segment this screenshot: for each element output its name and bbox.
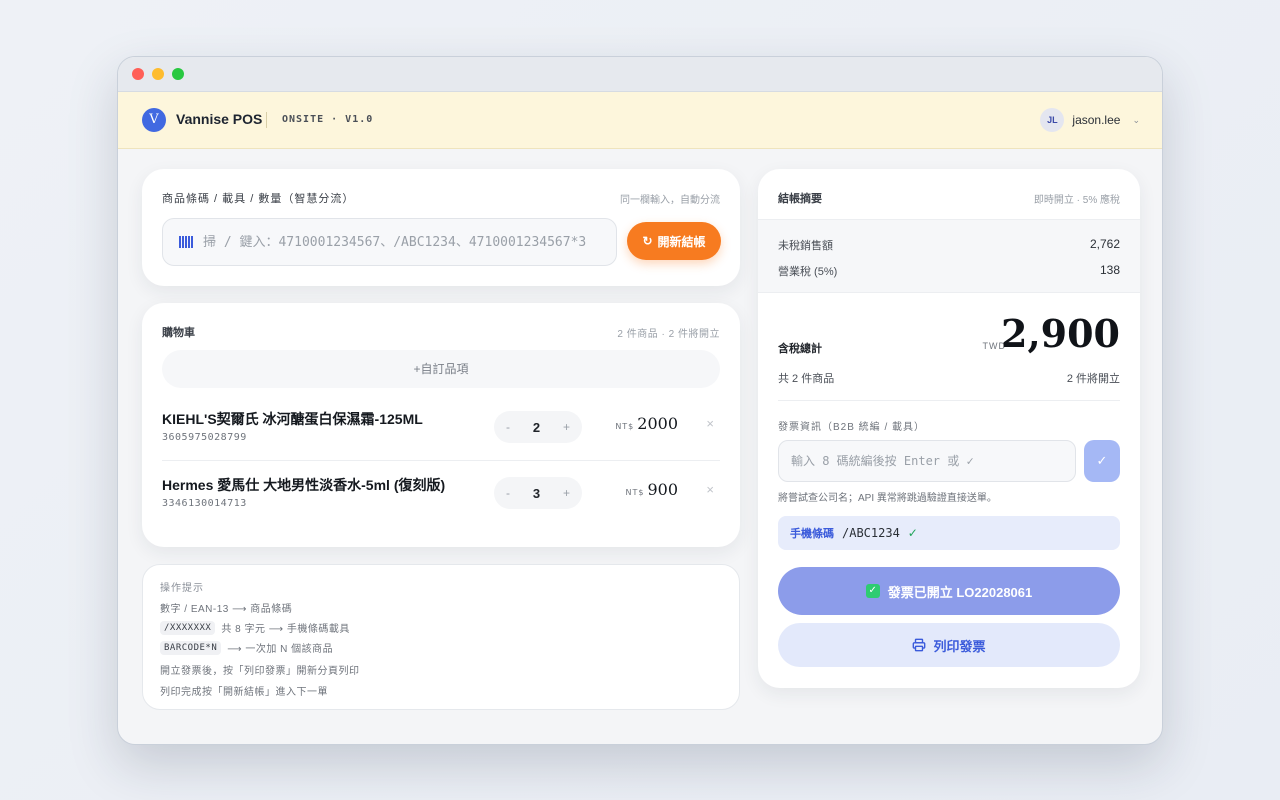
tax-row: 營業稅 (5%) 138	[778, 263, 1120, 279]
check-icon[interactable]: ✓	[1084, 440, 1120, 482]
cart-item: KIEHL'S契爾氏 冰河醣蛋白保濕霜-125ML 3605975028799 …	[162, 399, 720, 461]
app-name: Vannise POS	[176, 111, 263, 127]
item-name: KIEHL'S契爾氏 冰河醣蛋白保濕霜-125ML	[162, 411, 423, 427]
check-icon: ✓	[907, 526, 918, 540]
app-window: V Vannise POS ONSITE · V1.0 JL jason.lee…	[117, 56, 1163, 745]
cart-card: 購物車 2 件商品 · 2 件將開立 +自訂品項 KIEHL'S契爾氏 冰河醣蛋…	[142, 303, 740, 547]
scan-input-box[interactable]	[162, 218, 617, 266]
item-count: 共 2 件商品	[778, 373, 835, 385]
tip-text: ⟶ 一次加 N 個該商品	[227, 644, 334, 655]
tip-line: BARCODE*N ⟶ 一次加 N 個該商品	[160, 640, 333, 655]
cart-meta: 2 件商品 · 2 件將開立	[617, 329, 720, 340]
close-icon[interactable]: ×	[706, 416, 714, 431]
item-name: Hermes 愛馬仕 大地男性淡香水-5ml (復刻版)	[162, 477, 446, 493]
untaxed-label: 未稅銷售額	[778, 240, 833, 252]
app-header: V Vannise POS ONSITE · V1.0 JL jason.lee…	[118, 92, 1162, 149]
subtotal-section: 未稅銷售額 2,762 營業稅 (5%) 138	[758, 219, 1140, 293]
summary-card: 結帳摘要 即時開立 · 5% 應稅 未稅銷售額 2,762 營業稅 (5%) 1…	[758, 169, 1140, 688]
quantity-stepper: - 3 +	[494, 477, 582, 509]
scan-input[interactable]	[203, 234, 616, 250]
increase-button[interactable]: +	[563, 486, 570, 500]
scan-hint: 同一欄輸入，自動分流	[620, 195, 720, 206]
check-icon: ✓	[865, 584, 880, 598]
printer-icon	[913, 638, 926, 652]
tip-text: 開立發票後，按「列印發票」開新分頁列印	[160, 666, 360, 677]
new-checkout-label: 開新結帳	[657, 234, 706, 249]
print-invoice-button[interactable]: 列印發票	[778, 623, 1120, 667]
username: jason.lee	[1072, 113, 1121, 127]
tip-text: 共 8 字元 ⟶ 手機條碼載具	[221, 624, 350, 635]
tip-line: 列印完成按「開新結帳」進入下一單	[160, 683, 328, 698]
decrease-button[interactable]: -	[506, 486, 510, 500]
new-checkout-button[interactable]: ↻ 開新結帳	[627, 222, 721, 260]
window-titlebar	[118, 57, 1162, 92]
item-barcode: 3346130014713	[162, 498, 247, 509]
add-custom-item-button[interactable]: +自訂品項	[162, 350, 720, 388]
carrier-type: 手機條碼	[790, 528, 834, 540]
item-barcode: 3605975028799	[162, 432, 247, 443]
tip-line: 數字 / EAN-13 ⟶ 商品條碼	[160, 600, 292, 615]
divider	[778, 400, 1120, 401]
untaxed-row: 未稅銷售額 2,762	[778, 237, 1120, 253]
currency-label: NT$	[615, 422, 635, 431]
tip-code: BARCODE*N	[160, 640, 222, 655]
avatar: JL	[1040, 108, 1065, 132]
total-amount: 2,900	[1001, 311, 1120, 356]
window-maximize-button[interactable]	[172, 68, 184, 80]
decrease-button[interactable]: -	[506, 420, 510, 434]
close-icon[interactable]: ×	[706, 482, 714, 497]
untaxed-value: 2,762	[1089, 237, 1120, 251]
print-invoice-label: 列印發票	[933, 638, 986, 654]
invoice-issued-button[interactable]: ✓ 發票已開立 LO22028061	[778, 567, 1120, 615]
tip-line: /XXXXXXX 共 8 字元 ⟶ 手機條碼載具	[160, 620, 350, 635]
quantity-value[interactable]: 2	[533, 420, 540, 435]
scan-label: 商品條碼 / 載具 / 數量（智慧分流）	[162, 193, 355, 205]
tax-value: 138	[1099, 263, 1120, 277]
cart-item: Hermes 愛馬仕 大地男性淡香水-5ml (復刻版) 33461300147…	[162, 465, 720, 527]
window-minimize-button[interactable]	[152, 68, 164, 80]
tax-id-input[interactable]	[791, 441, 1075, 481]
increase-button[interactable]: +	[563, 420, 570, 434]
quantity-value[interactable]: 3	[533, 486, 540, 501]
tax-id-input-box[interactable]	[778, 440, 1076, 482]
issue-count: 2 件將開立	[1066, 373, 1120, 385]
app-version: ONSITE · V1.0	[282, 114, 374, 125]
cart-title: 購物車	[162, 327, 195, 339]
tax-id-note: 將嘗試查公司名；API 異常將跳過驗證直接送單。	[778, 493, 997, 504]
header-divider	[266, 112, 267, 128]
carrier-badge: 手機條碼 /ABC1234 ✓	[778, 516, 1120, 550]
app-logo: V	[142, 108, 166, 132]
total-label: 含稅總計	[778, 343, 822, 355]
currency-label: NT$	[625, 488, 645, 497]
window-close-button[interactable]	[132, 68, 144, 80]
item-price: NT$ 2000	[615, 414, 678, 433]
tip-text: 數字 / EAN-13 ⟶ 商品條碼	[160, 604, 293, 615]
item-price: NT$ 900	[625, 480, 678, 499]
price-value: 2000	[637, 414, 678, 433]
invoice-info-label: 發票資訊（B2B 統編 / 載具）	[778, 422, 926, 433]
tax-label: 營業稅 (5%)	[778, 266, 838, 278]
tips-card: 操作提示 數字 / EAN-13 ⟶ 商品條碼 /XXXXXXX 共 8 字元 …	[142, 564, 740, 710]
tip-text: 列印完成按「開新結帳」進入下一單	[160, 687, 328, 698]
scan-card: 商品條碼 / 載具 / 數量（智慧分流） 同一欄輸入，自動分流 ↻ 開新結帳	[142, 169, 740, 286]
price-value: 900	[647, 480, 678, 499]
quantity-stepper: - 2 +	[494, 411, 582, 443]
tip-line: 開立發票後，按「列印發票」開新分頁列印	[160, 662, 360, 677]
tips-title: 操作提示	[160, 583, 204, 594]
refresh-icon: ↻	[642, 234, 653, 248]
summary-title: 結帳摘要	[778, 193, 822, 205]
user-menu[interactable]: JL jason.lee ⌄	[1040, 108, 1140, 132]
invoice-issued-label: 發票已開立 LO22028061	[887, 584, 1033, 600]
tip-code: /XXXXXXX	[160, 620, 216, 635]
carrier-value: /ABC1234	[842, 526, 900, 540]
barcode-icon	[179, 236, 193, 248]
summary-hint: 即時開立 · 5% 應稅	[1033, 195, 1120, 206]
chevron-down-icon: ⌄	[1132, 114, 1140, 125]
